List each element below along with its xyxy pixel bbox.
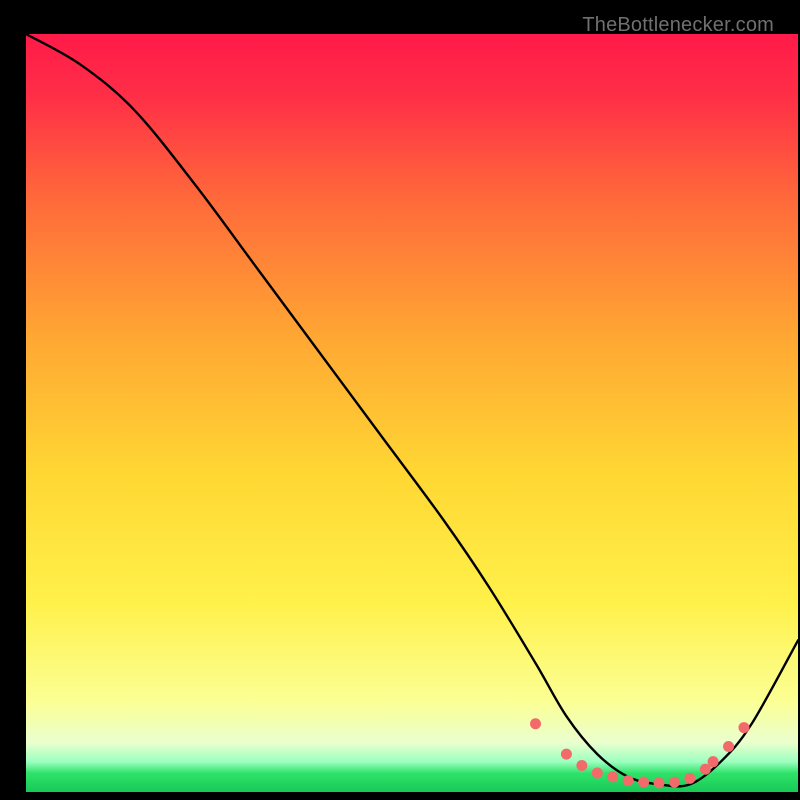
highlight-dot	[607, 771, 618, 782]
highlight-dot	[530, 718, 541, 729]
highlight-dot	[576, 760, 587, 771]
chart-frame: TheBottlenecker.com	[12, 12, 788, 788]
highlight-dot	[669, 777, 680, 788]
highlight-dot	[723, 741, 734, 752]
highlight-dot	[638, 777, 649, 788]
highlight-dot	[708, 756, 719, 767]
highlight-dot	[592, 768, 603, 779]
highlight-dot	[561, 749, 572, 760]
highlight-dot	[738, 722, 749, 733]
highlight-dot	[684, 773, 695, 784]
highlight-dot	[623, 775, 634, 786]
bottleneck-chart	[26, 34, 798, 792]
gradient-background	[26, 34, 798, 792]
highlight-dot	[654, 777, 665, 788]
watermark-text: TheBottlenecker.com	[582, 14, 774, 37]
